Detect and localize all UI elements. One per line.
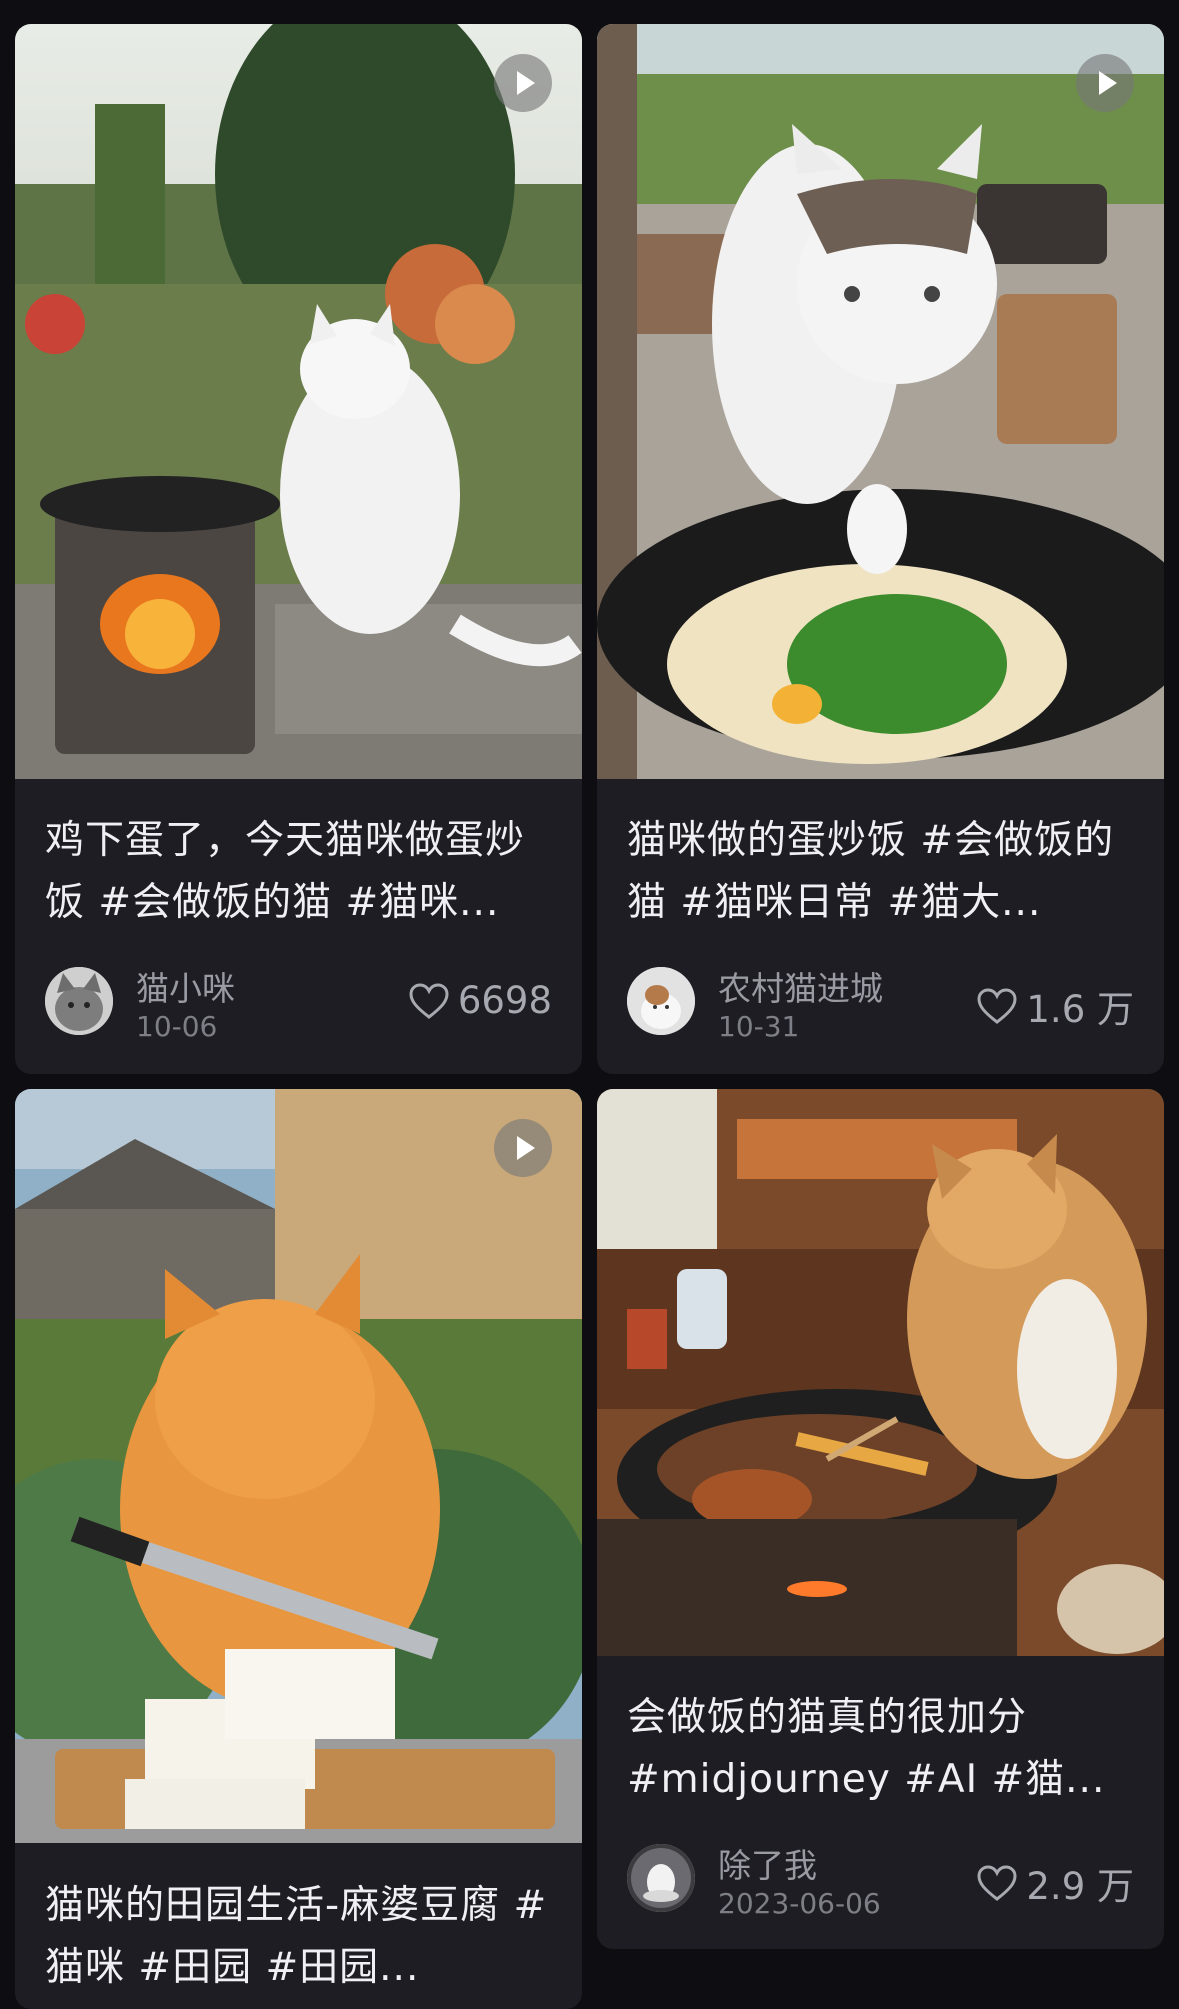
video-thumbnail[interactable] bbox=[597, 24, 1164, 779]
video-card[interactable]: 鸡下蛋了，今天猫咪做蛋炒饭 #会做饭的猫 #猫咪... 猫小咪 10-06 66… bbox=[15, 24, 582, 1074]
video-thumbnail[interactable] bbox=[597, 1089, 1164, 1656]
heart-icon bbox=[977, 1865, 1017, 1901]
like-count: 6698 bbox=[457, 979, 552, 1022]
post-date: 2023-06-06 bbox=[718, 1887, 881, 1920]
post-date: 10-06 bbox=[136, 1010, 218, 1043]
video-card[interactable]: 猫咪的田园生活-麻婆豆腐 #猫咪 #田园 #田园... bbox=[15, 1089, 582, 2009]
video-card[interactable]: 会做饭的猫真的很加分 #midjourney #AI #猫... 除了我 202… bbox=[597, 1089, 1164, 1949]
like-count: 1.6 万 bbox=[1026, 988, 1134, 1031]
avatar[interactable] bbox=[45, 967, 113, 1035]
like-counter[interactable]: 6698 bbox=[408, 979, 552, 1022]
avatar[interactable] bbox=[627, 967, 695, 1035]
play-icon bbox=[494, 1119, 552, 1177]
video-title[interactable]: 猫咪的田园生活-麻婆豆腐 #猫咪 #田园 #田园... bbox=[45, 1875, 552, 1999]
play-icon bbox=[494, 54, 552, 112]
post-date: 10-31 bbox=[718, 1010, 800, 1043]
video-thumbnail[interactable] bbox=[15, 24, 582, 779]
author-name[interactable]: 猫小咪 bbox=[136, 962, 235, 1010]
video-title[interactable]: 会做饭的猫真的很加分 #midjourney #AI #猫... bbox=[627, 1687, 1134, 1811]
video-title[interactable]: 鸡下蛋了，今天猫咪做蛋炒饭 #会做饭的猫 #猫咪... bbox=[45, 810, 552, 934]
like-count: 2.9 万 bbox=[1026, 1865, 1134, 1908]
heart-icon bbox=[409, 982, 449, 1019]
play-icon bbox=[1076, 54, 1134, 112]
like-counter[interactable]: 2.9 万 bbox=[976, 1856, 1134, 1910]
video-thumbnail[interactable] bbox=[15, 1089, 582, 1843]
author-name[interactable]: 农村猫进城 bbox=[718, 962, 883, 1010]
author-name[interactable]: 除了我 bbox=[718, 1839, 817, 1887]
video-title[interactable]: 猫咪做的蛋炒饭 #会做饭的猫 #猫咪日常 #猫大... bbox=[627, 810, 1134, 934]
like-counter[interactable]: 1.6 万 bbox=[976, 979, 1134, 1033]
video-card[interactable]: 猫咪做的蛋炒饭 #会做饭的猫 #猫咪日常 #猫大... 农村猫进城 10-31 … bbox=[597, 24, 1164, 1074]
avatar[interactable] bbox=[627, 1844, 695, 1912]
heart-icon bbox=[977, 988, 1017, 1024]
